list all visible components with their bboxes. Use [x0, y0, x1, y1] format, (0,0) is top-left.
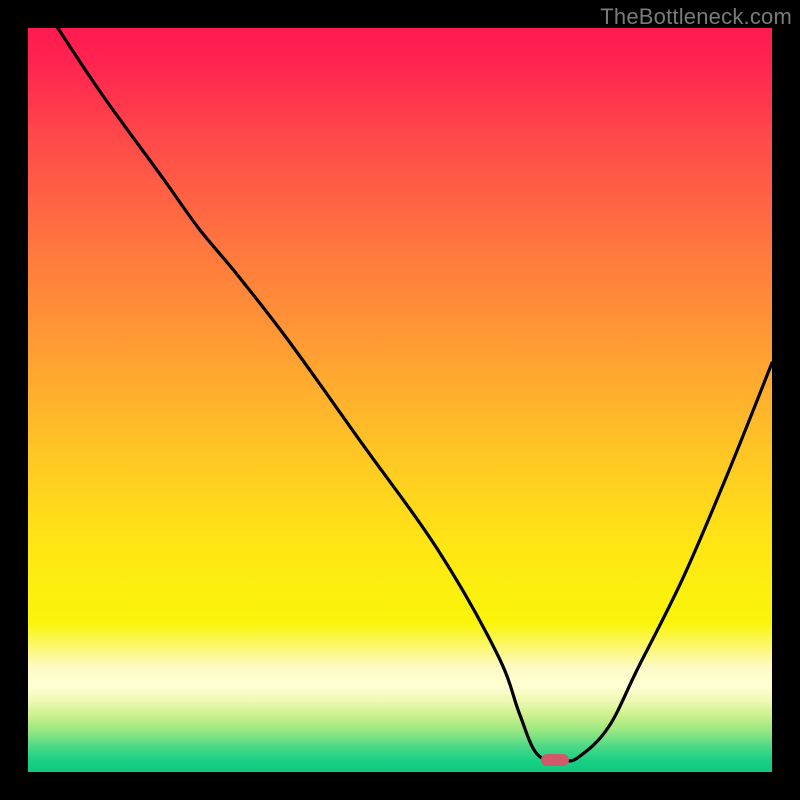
- background-gradient: [28, 28, 772, 772]
- chart-frame: TheBottleneck.com: [0, 0, 800, 800]
- optimal-marker: [541, 754, 569, 766]
- plot-area: [28, 28, 772, 772]
- watermark-label: TheBottleneck.com: [600, 4, 792, 30]
